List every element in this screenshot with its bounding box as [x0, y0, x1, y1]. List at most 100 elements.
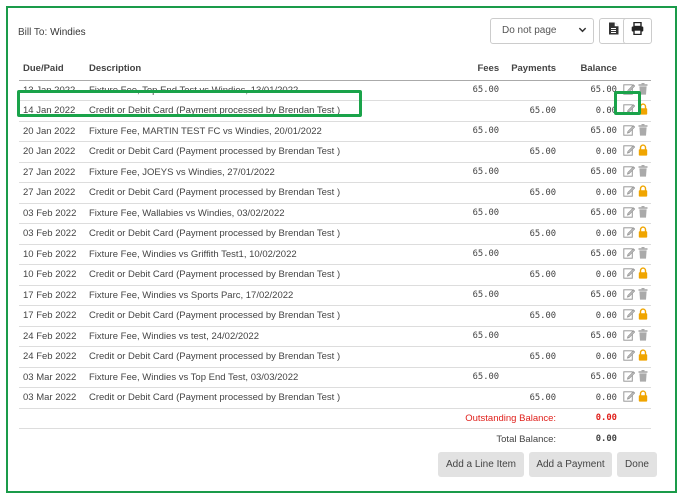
done-button[interactable]: Done [617, 452, 657, 477]
header-fees: Fees [459, 57, 504, 81]
row-actions [620, 162, 651, 183]
header-balance: Balance [560, 57, 621, 81]
row-payments: 65.00 [503, 387, 561, 409]
delete-icon[interactable] [638, 328, 648, 344]
total-value: 0.00 [595, 434, 617, 444]
row-actions [620, 121, 651, 142]
add-payment-button[interactable]: Add a Payment [529, 452, 612, 477]
delete-icon[interactable] [638, 287, 648, 303]
row-balance: 0.00 [560, 387, 621, 409]
delete-icon[interactable] [638, 123, 648, 139]
table-row: 03 Feb 2022 Credit or Debit Card (Payment… [19, 223, 651, 245]
total-spacer [621, 429, 651, 450]
delete-icon[interactable] [638, 164, 648, 180]
row-balance: 65.00 [560, 80, 621, 101]
row-date: 10 Feb 2022 [19, 244, 85, 265]
table-row: 10 Feb 2022 Credit or Debit Card (Payment… [19, 264, 651, 286]
edit-icon[interactable] [623, 370, 636, 385]
bill-to-label: Bill To: [18, 27, 48, 38]
row-balance: 65.00 [560, 162, 621, 183]
row-fees: 65.00 [459, 162, 504, 183]
row-description: Fixture Fee, Windies vs test, 24/02/2022 [84, 326, 460, 347]
row-fees: 65.00 [459, 244, 504, 265]
edit-icon[interactable] [623, 124, 636, 139]
row-payments [503, 162, 561, 183]
edit-icon[interactable] [623, 349, 636, 364]
row-payments: 65.00 [503, 223, 561, 245]
bill-to-value: Windies [50, 27, 86, 38]
row-actions [620, 182, 651, 204]
row-date: 03 Feb 2022 [19, 203, 85, 224]
row-date: 27 Jan 2022 [19, 182, 85, 204]
lock-icon [638, 308, 648, 323]
row-actions [620, 346, 651, 368]
row-description: Fixture Fee, Top End Test vs Windies, 13… [84, 80, 460, 101]
edit-icon[interactable] [623, 329, 636, 344]
edit-icon[interactable] [623, 83, 636, 98]
row-payments [503, 367, 561, 388]
edit-icon[interactable] [623, 226, 636, 241]
table-row: 20 Jan 2022 Credit or Debit Card (Payment… [19, 141, 651, 163]
row-fees [459, 346, 504, 368]
row-date: 20 Jan 2022 [19, 121, 85, 142]
print-button[interactable] [623, 18, 652, 44]
row-description: Credit or Debit Card (Payment processed … [84, 264, 460, 286]
edit-icon[interactable] [623, 267, 636, 282]
table-row: 27 Jan 2022 Credit or Debit Card (Payment… [19, 182, 651, 204]
row-description: Credit or Debit Card (Payment processed … [84, 305, 460, 327]
add-line-item-button[interactable]: Add a Line Item [438, 452, 524, 477]
edit-icon[interactable] [623, 165, 636, 180]
edit-icon[interactable] [623, 247, 636, 262]
statement-table: Due/Paid Description Fees Payments Balan… [19, 57, 651, 449]
row-payments [503, 244, 561, 265]
table-row: 13 Jan 2022 Fixture Fee, Top End Test vs … [19, 80, 651, 101]
row-fees [459, 141, 504, 163]
row-date: 17 Feb 2022 [19, 285, 85, 306]
delete-icon[interactable] [638, 205, 648, 221]
row-fees: 65.00 [459, 326, 504, 347]
delete-icon[interactable] [638, 369, 648, 385]
outstanding-value: 0.00 [560, 408, 621, 429]
row-actions [620, 285, 651, 306]
edit-icon[interactable] [623, 185, 636, 200]
row-fees [459, 182, 504, 204]
edit-icon[interactable] [623, 390, 636, 405]
row-date: 24 Feb 2022 [19, 326, 85, 347]
row-payments [503, 203, 561, 224]
row-date: 10 Feb 2022 [19, 264, 85, 286]
row-fees [459, 100, 504, 122]
delete-icon[interactable] [638, 82, 648, 98]
paging-select-value: Do not page [502, 25, 557, 36]
edit-icon[interactable] [623, 103, 636, 118]
row-description: Fixture Fee, MARTIN TEST FC vs Windies, … [84, 121, 460, 142]
row-fees: 65.00 [459, 203, 504, 224]
paging-select[interactable]: Do not page [490, 18, 594, 44]
table-row: 27 Jan 2022 Fixture Fee, JOEYS vs Windies… [19, 162, 651, 183]
header-actions [620, 57, 651, 81]
row-actions [620, 141, 651, 163]
row-actions [620, 80, 651, 101]
edit-icon[interactable] [623, 308, 636, 323]
row-fees: 65.00 [459, 80, 504, 101]
table-row: 24 Feb 2022 Credit or Debit Card (Payment… [19, 346, 651, 368]
row-description: Credit or Debit Card (Payment processed … [84, 346, 460, 368]
delete-icon[interactable] [638, 246, 648, 262]
edit-icon[interactable] [623, 144, 636, 159]
row-balance: 0.00 [560, 305, 621, 327]
lock-icon [638, 267, 648, 282]
total-row: Total Balance: 0.00 [19, 429, 651, 450]
row-actions [620, 367, 651, 388]
row-actions [620, 326, 651, 347]
row-date: 03 Mar 2022 [19, 367, 85, 388]
row-description: Fixture Fee, Wallabies vs Windies, 03/02… [84, 203, 460, 224]
table-row: 17 Feb 2022 Fixture Fee, Windies vs Sport… [19, 285, 651, 306]
row-actions [620, 203, 651, 224]
row-balance: 0.00 [560, 141, 621, 163]
lock-icon [638, 144, 648, 159]
row-description: Fixture Fee, JOEYS vs Windies, 27/01/202… [84, 162, 460, 183]
row-payments: 65.00 [503, 264, 561, 286]
chevron-down-icon [578, 25, 587, 36]
edit-icon[interactable] [623, 288, 636, 303]
lock-icon [638, 226, 648, 241]
edit-icon[interactable] [623, 206, 636, 221]
